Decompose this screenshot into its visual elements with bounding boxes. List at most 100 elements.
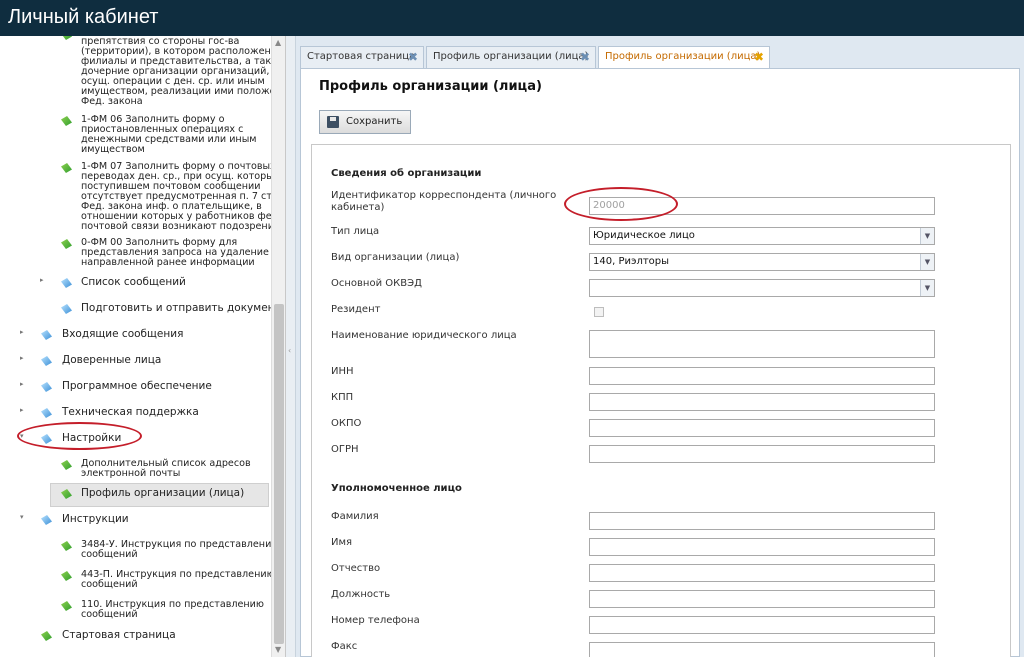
profile-form: Сведения об организации Идентификатор ко…: [311, 144, 1011, 657]
tree-item-3484u[interactable]: 3484-У. Инструкция по представлени сообщ…: [81, 540, 271, 560]
expand-arrow-icon[interactable]: ▸: [20, 328, 24, 336]
collapse-arrow-icon[interactable]: ▾: [20, 513, 24, 521]
label-surname: Фамилия: [331, 511, 379, 522]
inn-field[interactable]: [589, 367, 935, 385]
tree-item-trusted[interactable]: Доверенные лица: [62, 355, 161, 366]
okpo-field[interactable]: [589, 419, 935, 437]
sidebar-tree: 4-ФМ 05 Заполнить форму о фактах препятс…: [0, 36, 286, 657]
tab-org-profile-active[interactable]: Профиль организации (лица) ✖: [598, 46, 770, 68]
highlight-ellipse-settings: [17, 422, 142, 450]
blue-leaf-icon: [41, 356, 52, 366]
label-name: Имя: [331, 537, 353, 548]
label-inn: ИНН: [331, 366, 354, 377]
blue-leaf-icon: [61, 278, 72, 288]
blue-leaf-icon: [41, 408, 52, 418]
tab-label: Профиль организации (лица): [433, 51, 589, 62]
fax-field[interactable]: [589, 642, 935, 657]
panel-splitter[interactable]: ‹: [286, 36, 296, 657]
section-title-authorized-person: Уполномоченное лицо: [331, 483, 462, 494]
resident-checkbox[interactable]: [594, 307, 604, 317]
tree-item-extra-emails[interactable]: Дополнительный список адресов электронно…: [81, 459, 251, 479]
green-leaf-icon: [61, 460, 72, 470]
label-position: Должность: [331, 589, 391, 600]
tree-item-prepare-send[interactable]: Подготовить и отправить документ: [81, 303, 281, 314]
tree-item-1fm06[interactable]: 1-ФМ 06 Заполнить форму о приостановленн…: [81, 115, 257, 155]
tree-item-1fm07[interactable]: 1-ФМ 07 Заполнить форму о почтовых перев…: [81, 162, 278, 232]
legal-name-field[interactable]: [589, 330, 935, 358]
label-patronymic: Отчество: [331, 563, 381, 574]
expand-arrow-icon[interactable]: ▸: [40, 276, 44, 284]
tree-item-0fm00[interactable]: 0-ФМ 00 Заполнить форму для представлени…: [81, 238, 269, 268]
label-kpp: КПП: [331, 392, 354, 403]
org-kind-value: 140, Риэлторы: [593, 256, 670, 267]
dropdown-arrow-icon[interactable]: ▼: [920, 254, 934, 270]
tab-close-icon[interactable]: ✖: [580, 47, 590, 67]
scroll-up-icon[interactable]: ▲: [275, 38, 281, 47]
tree-item-software[interactable]: Программное обеспечение: [62, 381, 212, 392]
save-button-label: Сохранить: [346, 116, 403, 127]
label-resident: Резидент: [331, 304, 381, 315]
green-leaf-icon: [41, 631, 52, 641]
ogrn-field[interactable]: [589, 445, 935, 463]
highlight-ellipse-correspondent-id: [564, 187, 678, 221]
expand-arrow-icon[interactable]: ▸: [20, 406, 24, 414]
tree-item-443p[interactable]: 443-П. Инструкция по представлению сообщ…: [81, 570, 275, 590]
phone-field[interactable]: [589, 616, 935, 634]
tree-item-110[interactable]: 110. Инструкция по представлению сообщен…: [81, 600, 264, 620]
tree-item-start-page[interactable]: Стартовая страница: [62, 630, 176, 641]
position-field[interactable]: [589, 590, 935, 608]
tab-close-icon[interactable]: ✖: [754, 47, 764, 67]
scrollbar-thumb[interactable]: [274, 304, 284, 644]
splitter-collapse-icon[interactable]: ‹: [288, 346, 291, 355]
save-button[interactable]: Сохранить: [319, 110, 411, 134]
tree-item-incoming[interactable]: Входящие сообщения: [62, 329, 183, 340]
floppy-disk-icon: [327, 116, 339, 128]
blue-leaf-icon: [61, 304, 72, 314]
label-correspondent-id: Идентификатор корреспондента (личного ка…: [331, 190, 557, 213]
green-leaf-icon: [61, 541, 72, 551]
green-leaf-icon: [61, 239, 72, 249]
label-legal-name: Наименование юридического лица: [331, 330, 517, 341]
tree-item-support[interactable]: Техническая поддержка: [62, 407, 199, 418]
label-person-type: Тип лица: [331, 226, 380, 237]
surname-field[interactable]: [589, 512, 935, 530]
org-kind-select[interactable]: 140, Риэлторы ▼: [589, 253, 935, 271]
green-leaf-icon: [61, 601, 72, 611]
person-type-value: Юридическое лицо: [593, 230, 695, 241]
dropdown-arrow-icon[interactable]: ▼: [920, 228, 934, 244]
label-phone: Номер телефона: [331, 615, 420, 626]
tab-org-profile-1[interactable]: Профиль организации (лица) ✖: [426, 46, 596, 68]
patronymic-field[interactable]: [589, 564, 935, 582]
tab-label: Профиль организации (лица): [605, 51, 761, 62]
okved-select[interactable]: ▼: [589, 279, 935, 297]
label-okved: Основной ОКВЭД: [331, 278, 422, 289]
tree-item-message-list[interactable]: Список сообщений: [81, 277, 186, 288]
expand-arrow-icon[interactable]: ▸: [20, 354, 24, 362]
tab-label: Стартовая страница: [307, 51, 416, 62]
blue-leaf-icon: [41, 330, 52, 340]
sidebar-scrollbar[interactable]: ▲ ▼: [271, 36, 285, 657]
tree-item-instructions[interactable]: Инструкции: [62, 514, 129, 525]
tree-item-org-profile[interactable]: Профиль организации (лица): [81, 488, 244, 499]
tab-start-page[interactable]: Стартовая страница ✖: [300, 46, 424, 68]
blue-leaf-icon: [41, 515, 52, 525]
tree-item-4fm05[interactable]: 4-ФМ 05 Заполнить форму о фактах препятс…: [81, 36, 280, 107]
label-fax: Факс: [331, 641, 358, 652]
tab-content: Профиль организации (лица) Сохранить Све…: [300, 68, 1020, 657]
green-leaf-icon: [61, 571, 72, 581]
scroll-down-icon[interactable]: ▼: [275, 645, 281, 654]
green-leaf-icon: [61, 116, 72, 126]
person-type-select[interactable]: Юридическое лицо ▼: [589, 227, 935, 245]
expand-arrow-icon[interactable]: ▸: [20, 380, 24, 388]
label-org-kind: Вид организации (лица): [331, 252, 460, 263]
page-title: Профиль организации (лица): [319, 79, 542, 94]
main-panel: Стартовая страница ✖ Профиль организации…: [296, 36, 1024, 657]
dropdown-arrow-icon[interactable]: ▼: [920, 280, 934, 296]
name-field[interactable]: [589, 538, 935, 556]
tab-bar: Стартовая страница ✖ Профиль организации…: [300, 46, 1024, 68]
tab-close-icon[interactable]: ✖: [408, 47, 418, 67]
blue-leaf-icon: [41, 382, 52, 392]
kpp-field[interactable]: [589, 393, 935, 411]
label-okpo: ОКПО: [331, 418, 362, 429]
section-title-organization: Сведения об организации: [331, 168, 482, 179]
